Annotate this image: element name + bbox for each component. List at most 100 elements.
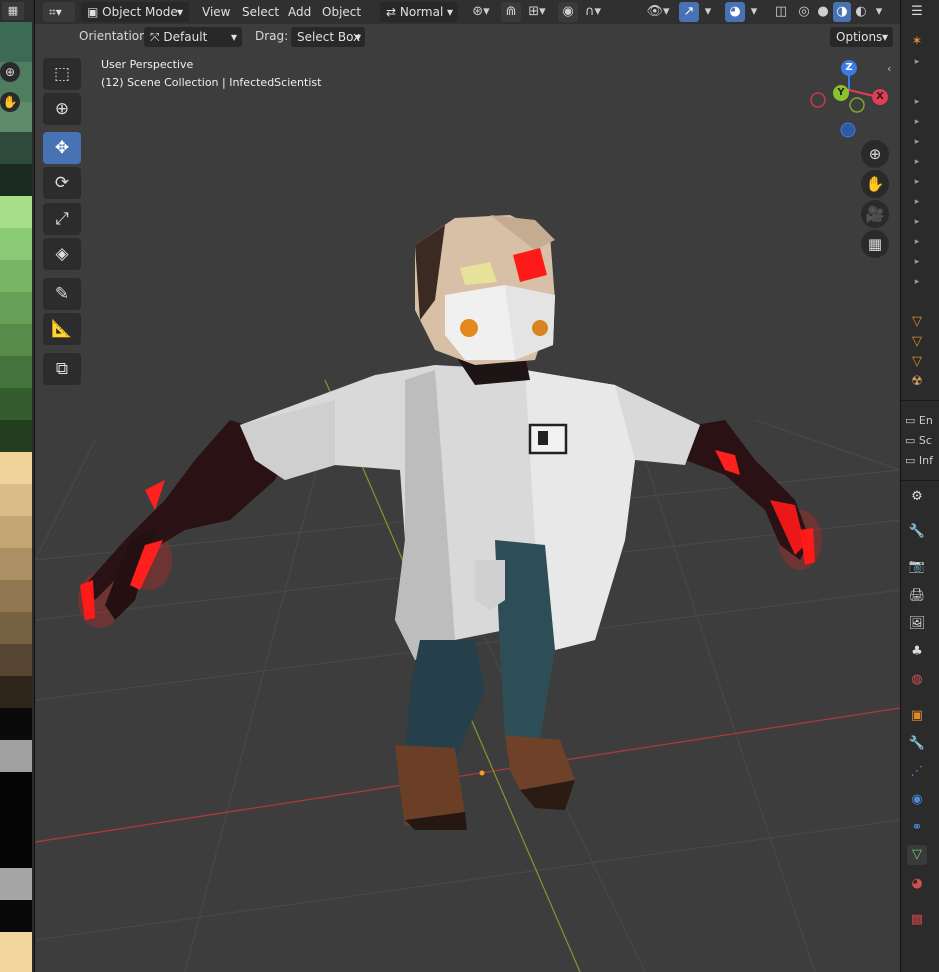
expand-arrow-icon[interactable]: ▸	[907, 112, 927, 132]
outliner-row[interactable]: ▭ Inf	[905, 454, 933, 467]
falloff-curve-icon[interactable]: ∩▾	[580, 2, 606, 22]
gizmo-z-axis[interactable]: Z	[841, 60, 857, 76]
palette-swatch[interactable]	[0, 548, 32, 580]
palette-swatch[interactable]	[0, 356, 32, 388]
outliner-row[interactable]: ▭ Sc	[905, 434, 932, 447]
particles-properties-icon[interactable]: ⋰	[907, 762, 927, 782]
measure-tool[interactable]: 📐	[43, 313, 81, 345]
palette-swatch[interactable]	[0, 324, 32, 356]
options-dropdown[interactable]: Options ▾	[830, 27, 893, 47]
palette-swatch[interactable]	[0, 420, 32, 452]
palette-swatch[interactable]	[0, 708, 32, 740]
proportional-edit-icon[interactable]: ◉	[558, 2, 578, 22]
palette-swatch[interactable]	[0, 676, 32, 708]
menu-add[interactable]: Add	[288, 2, 311, 22]
transform-orientation-selector[interactable]: ⇄ Normal ▾	[380, 2, 458, 22]
menu-object[interactable]: Object	[322, 2, 361, 22]
palette-swatch[interactable]	[0, 132, 32, 164]
expand-arrow-icon[interactable]: ▸	[907, 252, 927, 272]
palette-swatch[interactable]	[0, 388, 32, 420]
3d-viewport[interactable]: Z X Y ⌗▾ ▣ Object Mode ▾ View Select Add …	[35, 0, 900, 972]
expand-arrow-icon[interactable]: ▸	[907, 232, 927, 252]
ortho-grid-icon[interactable]: ▦	[861, 230, 889, 258]
expand-arrow-icon[interactable]: ▸	[907, 172, 927, 192]
zoom-icon[interactable]: ⊕	[861, 140, 889, 168]
chevron-down-icon[interactable]: ▾	[701, 2, 715, 22]
expand-arrow-icon[interactable]: ▸	[907, 52, 927, 72]
output-properties-icon[interactable]: 🖨	[907, 586, 927, 606]
palette-swatch[interactable]	[0, 164, 32, 196]
mode-selector[interactable]: ▣ Object Mode ▾	[81, 2, 189, 22]
transform-tool[interactable]: ◈	[43, 238, 81, 270]
outliner-row[interactable]: ▭ En	[905, 414, 933, 427]
scene-properties-icon[interactable]: ♣	[907, 642, 927, 662]
palette-swatch[interactable]	[0, 612, 32, 644]
cursor-tool[interactable]: ⊕	[43, 93, 81, 125]
orientation-dropdown[interactable]: ⤧ Default ▾	[144, 27, 242, 47]
palette-swatch[interactable]	[0, 516, 32, 548]
palette-swatch[interactable]	[0, 484, 32, 516]
add-cube-tool[interactable]: ⧉	[43, 353, 81, 385]
palette-swatch[interactable]	[0, 22, 32, 62]
texture-properties-icon[interactable]: ▩	[907, 910, 927, 930]
editor-type-icon[interactable]: ▦	[2, 2, 24, 20]
physics-properties-icon[interactable]: ◉	[907, 790, 927, 810]
palette-swatch[interactable]	[0, 932, 32, 972]
expand-arrow-icon[interactable]: ▸	[907, 272, 927, 292]
mesh-object-icon[interactable]: ▽	[907, 332, 927, 352]
render-properties-icon[interactable]: 📷	[907, 557, 927, 577]
material-properties-icon[interactable]: ◕	[907, 874, 927, 894]
overlays-icon[interactable]: ◕	[725, 2, 745, 22]
modifier-properties-icon[interactable]: 🔧	[907, 734, 927, 754]
chevron-down-icon[interactable]: ▾	[747, 2, 761, 22]
palette-swatch[interactable]	[0, 260, 32, 292]
menu-view[interactable]: View	[202, 2, 230, 22]
palette-swatch[interactable]	[0, 292, 32, 324]
palette-swatch[interactable]	[0, 196, 32, 228]
rotate-tool[interactable]: ⟳	[43, 167, 81, 199]
gizmo-x-axis[interactable]: X	[872, 89, 888, 105]
zoom-icon[interactable]: ⊕	[0, 62, 20, 82]
menu-select[interactable]: Select	[242, 2, 279, 22]
expand-arrow-icon[interactable]: ▸	[907, 212, 927, 232]
palette-swatch[interactable]	[0, 228, 32, 260]
pivot-point-icon[interactable]: ⊛▾	[467, 2, 495, 22]
select-box-tool[interactable]: ⬚	[43, 58, 81, 90]
solid-shading-icon[interactable]: ●	[814, 2, 832, 22]
mesh-object-icon[interactable]: ▽	[907, 312, 927, 332]
xray-toggle-icon[interactable]: ◫	[771, 2, 791, 22]
snap-increment-icon[interactable]: ⊞▾	[523, 2, 551, 22]
constraints-properties-icon[interactable]: ⚭	[907, 818, 927, 838]
tool-properties-icon[interactable]: 🔧	[907, 522, 927, 542]
object-properties-icon[interactable]: ▣	[907, 706, 927, 726]
expand-arrow-icon[interactable]: ▸	[907, 132, 927, 152]
move-tool[interactable]: ✥	[43, 132, 81, 164]
palette-swatch[interactable]	[0, 772, 32, 868]
palette-swatch[interactable]	[0, 900, 32, 932]
camera-view-icon[interactable]: 🎥	[861, 200, 889, 228]
properties-editor-icon[interactable]: ⚙	[907, 487, 927, 507]
outliner-editor-icon[interactable]: ☰	[907, 2, 927, 22]
drag-dropdown[interactable]: Select Box ▾	[291, 27, 365, 47]
collapse-sidebar-icon[interactable]: ‹	[887, 62, 891, 75]
light-object-icon[interactable]: ☢	[907, 372, 927, 392]
mesh-data-properties-icon[interactable]: ▽	[907, 845, 927, 865]
palette-swatch[interactable]	[0, 740, 32, 772]
palette-swatch[interactable]	[0, 452, 32, 484]
palette-swatch[interactable]	[0, 644, 32, 676]
scale-tool[interactable]: ⤢	[43, 203, 81, 235]
wireframe-shading-icon[interactable]: ◎	[795, 2, 813, 22]
annotate-tool[interactable]: ✎	[43, 278, 81, 310]
expand-arrow-icon[interactable]: ▸	[907, 152, 927, 172]
view-layer-properties-icon[interactable]: 🖼	[907, 614, 927, 634]
mesh-object-icon[interactable]: ▽	[907, 352, 927, 372]
world-properties-icon[interactable]: ◍	[907, 670, 927, 690]
expand-arrow-icon[interactable]: ▸	[907, 92, 927, 112]
material-preview-shading-icon[interactable]: ◑	[833, 2, 851, 22]
armature-icon[interactable]: ✶	[907, 32, 927, 52]
expand-arrow-icon[interactable]: ▸	[907, 192, 927, 212]
gizmo-y-axis[interactable]: Y	[833, 85, 849, 101]
editor-type-button[interactable]: ⌗▾	[43, 2, 75, 22]
snap-magnet-icon[interactable]: ⋒	[501, 2, 521, 22]
palette-swatch[interactable]	[0, 868, 32, 900]
